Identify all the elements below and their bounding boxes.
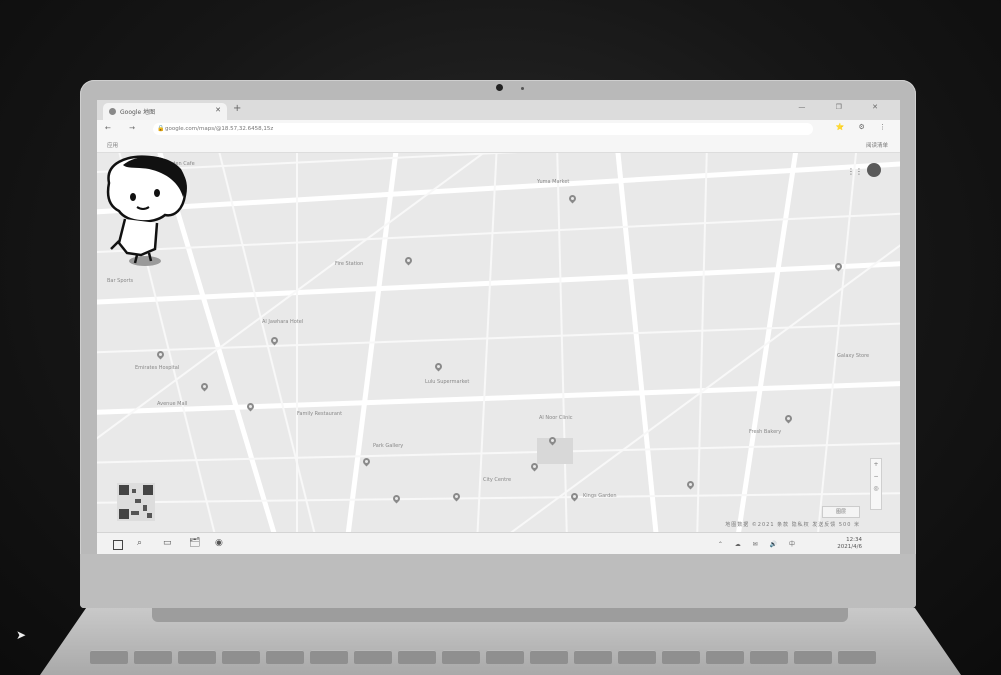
map-label: City Centre bbox=[483, 477, 512, 483]
zoom-out-button[interactable]: − bbox=[871, 471, 881, 483]
map-label: Emirates Hospital bbox=[135, 365, 180, 371]
clock[interactable]: 12:34 2021/4/6 bbox=[837, 537, 862, 551]
task-view-icon[interactable]: ▭ bbox=[163, 538, 172, 548]
keyboard-key bbox=[750, 650, 788, 664]
keyboard-key bbox=[794, 650, 832, 664]
map-label: Fresh Bakery bbox=[749, 429, 782, 435]
locate-icon[interactable]: ◎ bbox=[871, 483, 881, 495]
map-pin-icon[interactable] bbox=[405, 257, 413, 265]
street-grid bbox=[97, 153, 900, 532]
chrome-icon[interactable]: ◉ bbox=[215, 538, 223, 548]
map-label: Bar Sports bbox=[107, 278, 134, 284]
map-pin-icon[interactable] bbox=[785, 415, 793, 423]
keyboard-key bbox=[662, 650, 700, 664]
bookmark-apps[interactable]: 应用 bbox=[107, 141, 118, 149]
keyboard-key bbox=[310, 650, 348, 664]
tab-google-maps[interactable]: Google 地图 ✕ bbox=[103, 103, 227, 120]
zoom-controls: + − ◎ bbox=[870, 458, 882, 510]
map-pin-icon[interactable] bbox=[393, 495, 401, 503]
map-attribution: 地图数据 ©2021 条款 隐私权 发送反馈 500 米 bbox=[725, 522, 860, 528]
map-pin-icon[interactable] bbox=[531, 463, 539, 471]
qr-code-image bbox=[117, 483, 155, 521]
keyboard-key bbox=[354, 650, 392, 664]
keyboard-key bbox=[530, 650, 568, 664]
map-pin-icon[interactable] bbox=[453, 493, 461, 501]
toolbar-right-icons[interactable]: ⭐ ⚙ ⋮ bbox=[836, 123, 892, 131]
taskbar: ⌕ ▭ 🗂 ◉ ⌃ ☁ ✉ 🔊 中 12:34 2021/4/6 bbox=[97, 532, 900, 554]
webcam-light bbox=[521, 87, 524, 90]
map-label: Al Noor Clinic bbox=[539, 415, 573, 421]
map-label: Yuma Market bbox=[537, 179, 570, 185]
map-label: Kings Garden bbox=[583, 493, 617, 499]
keyboard-key bbox=[134, 650, 172, 664]
map-label: Avenue Mall bbox=[157, 401, 188, 407]
keyboard-key bbox=[178, 650, 216, 664]
laptop-hinge bbox=[152, 608, 848, 622]
tab-bar: Google 地图 ✕ + — ❐ ✕ bbox=[97, 100, 900, 120]
keyboard-key bbox=[486, 650, 524, 664]
map-label: Family Restaurant bbox=[297, 411, 343, 417]
mouse-cursor-icon: ➤ bbox=[16, 628, 27, 642]
map-label: Lulu Supermarket bbox=[425, 379, 470, 385]
map-pin-icon[interactable] bbox=[363, 458, 371, 466]
apps-grid-icon[interactable]: ⋮⋮ bbox=[847, 167, 863, 176]
start-button[interactable] bbox=[113, 540, 123, 550]
clock-time: 12:34 bbox=[846, 537, 862, 543]
map-pin-icon[interactable] bbox=[549, 437, 557, 445]
address-bar[interactable]: 🔒 google.com/maps/@18.57,32.6458,15z bbox=[153, 123, 813, 135]
map-pin-icon[interactable] bbox=[835, 263, 843, 271]
map-label: Fire Station bbox=[335, 261, 364, 267]
account-avatar[interactable] bbox=[867, 163, 881, 177]
lock-icon: 🔒 bbox=[157, 125, 165, 132]
keyboard-key bbox=[442, 650, 480, 664]
tab-title: Google 地图 bbox=[120, 109, 156, 116]
keyboard-key bbox=[398, 650, 436, 664]
keyboard-key bbox=[90, 650, 128, 664]
map-canvas[interactable]: Olive Garden Cafe Yuma Market Bar Sports… bbox=[97, 153, 900, 532]
window-controls[interactable]: — ❐ ✕ bbox=[798, 103, 892, 111]
webcam bbox=[496, 84, 503, 91]
file-explorer-icon[interactable]: 🗂 bbox=[189, 538, 200, 548]
address-text: google.com/maps/@18.57,32.6458,15z bbox=[165, 126, 274, 132]
map-pin-icon[interactable] bbox=[247, 403, 255, 411]
bookmarks-bar: 应用 阅读清单 bbox=[97, 138, 900, 153]
toolbar: ← → ⟳ 🔒 google.com/maps/@18.57,32.6458,1… bbox=[97, 120, 900, 138]
keyboard-key bbox=[618, 650, 656, 664]
laptop-screen: Google 地图 ✕ + — ❐ ✕ ← → ⟳ 🔒 google.com/m… bbox=[97, 100, 900, 554]
qr-pattern bbox=[119, 485, 153, 519]
reading-list[interactable]: 阅读清单 bbox=[866, 141, 888, 149]
layers-button[interactable]: 图层 bbox=[822, 506, 860, 518]
map-pin-icon[interactable] bbox=[201, 383, 209, 391]
close-tab-icon[interactable]: ✕ bbox=[215, 106, 221, 114]
clock-date: 2021/4/6 bbox=[837, 544, 862, 550]
screen-bezel-bottom bbox=[80, 554, 916, 608]
keyboard-key bbox=[266, 650, 304, 664]
map-label: Park Gallery bbox=[373, 443, 404, 449]
keyboard-key bbox=[222, 650, 260, 664]
zoom-in-button[interactable]: + bbox=[871, 459, 881, 471]
system-tray[interactable]: ⌃ ☁ ✉ 🔊 中 bbox=[718, 539, 800, 548]
search-icon[interactable]: ⌕ bbox=[137, 538, 142, 548]
new-tab-button[interactable]: + bbox=[233, 103, 241, 114]
map-pin-icon[interactable] bbox=[157, 351, 165, 359]
map-pin-icon[interactable] bbox=[435, 363, 443, 371]
cartoon-character-sticker bbox=[106, 155, 187, 266]
map-pin-icon[interactable] bbox=[271, 337, 279, 345]
map-pin-icon[interactable] bbox=[569, 195, 577, 203]
keyboard-key bbox=[838, 650, 876, 664]
maps-favicon-icon bbox=[109, 108, 116, 115]
map-label: Galaxy Store bbox=[837, 353, 870, 359]
map-label: Al Jawhara Hotel bbox=[262, 319, 304, 325]
map-pin-icon[interactable] bbox=[571, 493, 579, 501]
keyboard-key bbox=[706, 650, 744, 664]
map-pin-icon[interactable] bbox=[687, 481, 695, 489]
keyboard-key bbox=[574, 650, 612, 664]
keyboard bbox=[80, 640, 920, 675]
